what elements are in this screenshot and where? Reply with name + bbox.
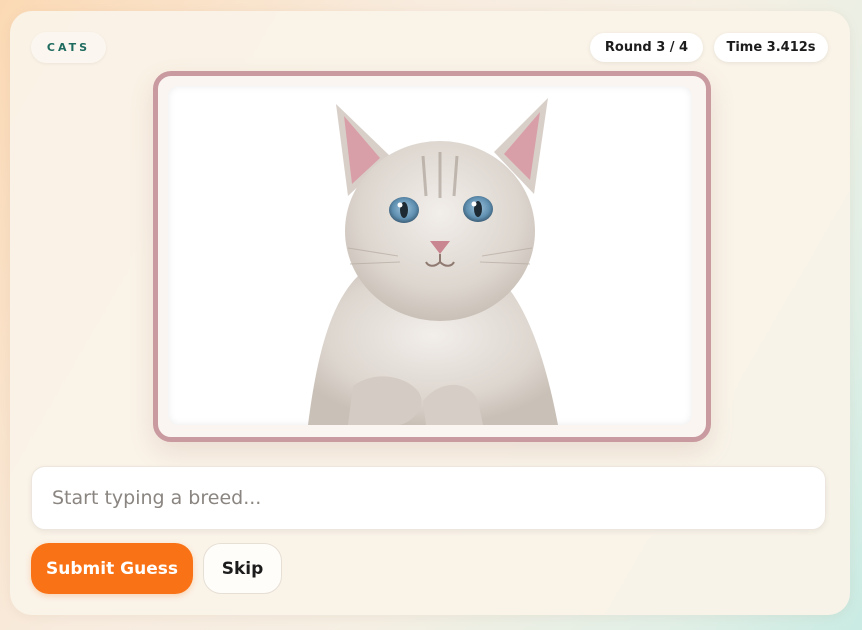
submit-guess-button[interactable]: Submit Guess [31,543,193,594]
round-text: Round 3 / 4 [604,40,689,55]
timer-indicator: Time 3.412s [714,33,828,62]
breed-guess-input[interactable] [31,466,826,530]
round-indicator: Round 3 / 4 [590,33,703,62]
photo-frame [153,71,711,442]
cat-photo [168,86,692,425]
category-chip: CATS [31,32,106,63]
category-label: CATS [46,41,91,54]
cat-illustration [308,98,558,425]
timer-text: Time 3.412s [726,40,816,55]
game-card: CATS Round 3 / 4 Time 3.412s Start typin… [10,11,850,615]
skip-button[interactable]: Skip [203,543,282,594]
